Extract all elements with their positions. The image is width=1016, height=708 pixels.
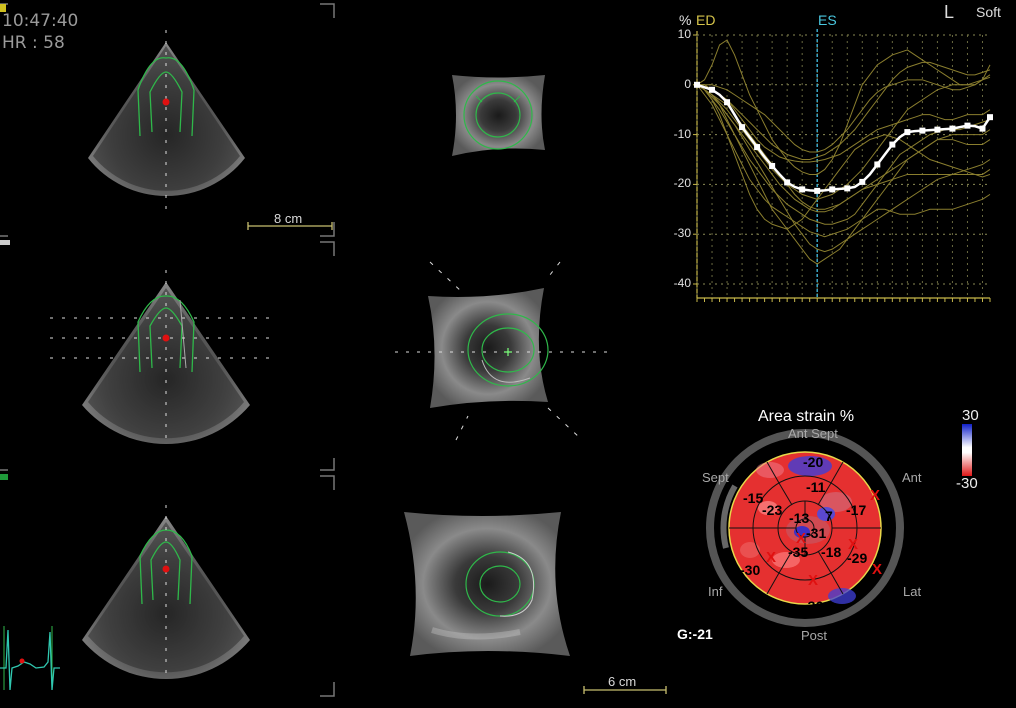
segment-x-mark: X [808, 572, 819, 589]
global-strain-point [709, 86, 716, 93]
y-tick-label: -10 [673, 126, 691, 141]
global-strain-point [904, 129, 911, 136]
hr-value: : 58 [32, 33, 65, 53]
label-post: Post [801, 628, 828, 643]
y-tick-label: 0 [684, 76, 691, 91]
global-strain-point [784, 179, 791, 186]
global-strain-point [987, 114, 993, 121]
segment-value: -36 [803, 598, 824, 614]
global-strain-point [949, 125, 956, 132]
global-strain-curve [696, 83, 992, 193]
segment-value: -20 [803, 454, 824, 470]
ed-label: ED [696, 12, 716, 28]
preset-label: Soft [976, 4, 1001, 20]
view-letter: L [944, 2, 955, 22]
segment-x-mark: X [872, 561, 883, 578]
segment-value: -30 [740, 562, 761, 578]
segment-value: -18 [821, 544, 842, 560]
segment-strain-curve [696, 84, 991, 238]
global-strain-point [814, 187, 821, 194]
global-strain-point [979, 125, 986, 132]
apical-scale-label: 8 cm [274, 211, 303, 226]
segment-strain-curve [696, 84, 991, 230]
y-tick-label: 10 [677, 27, 691, 41]
segment-x-mark: X [870, 487, 881, 504]
label-lat: Lat [903, 584, 922, 599]
colorbar-max: 30 [962, 407, 979, 424]
short-axis-scale-label: 6 cm [608, 674, 637, 689]
y-tick-label: -30 [673, 226, 691, 241]
segment-value: -31 [806, 525, 827, 541]
global-strain-point [739, 124, 746, 131]
time-readout: 10:47:40 [2, 11, 79, 31]
global-strain-point [889, 141, 896, 148]
label-sept: Sept [702, 470, 729, 485]
bullseye-title: Area strain % [758, 408, 855, 425]
global-strain-point [964, 122, 971, 129]
y-tick-label: -20 [673, 176, 691, 191]
hr-label: HR [2, 33, 27, 53]
global-strain-point [844, 185, 851, 192]
global-strain-point [799, 186, 806, 193]
segment-value: -23 [762, 502, 783, 518]
label-inf: Inf [708, 584, 723, 599]
global-strain-point [724, 99, 731, 106]
global-strain-point [754, 144, 761, 151]
global-strain-point [934, 126, 941, 133]
chart-unit: % [679, 12, 692, 28]
label-ant: Ant [902, 470, 922, 485]
segment-value: -13 [789, 510, 810, 526]
global-strain-point [694, 81, 700, 88]
global-strain: G:-21 [677, 626, 713, 642]
strain-chart [693, 29, 993, 302]
global-strain-point [769, 162, 776, 169]
label-ant-sept: Ant Sept [788, 426, 838, 441]
segment-x-mark: X [796, 530, 807, 547]
colorbar-min: -30 [956, 475, 978, 492]
global-strain-point [829, 186, 836, 193]
segment-value: -17 [846, 502, 867, 518]
segment-strain-curve [696, 39, 991, 175]
segment-strain-curve [696, 84, 991, 253]
es-label: ES [818, 12, 837, 28]
segment-value: -11 [806, 479, 826, 495]
segment-value: 7 [825, 508, 833, 524]
global-strain-point [859, 178, 866, 185]
segment-x-mark: X [848, 536, 859, 553]
y-tick-label: -40 [673, 276, 691, 290]
segment-value: -15 [743, 490, 764, 506]
segment-x-mark: X [766, 549, 777, 566]
global-strain-point [919, 127, 926, 134]
segment-strain-curve [696, 76, 991, 200]
hr-readout: HR : 58 [2, 34, 65, 52]
segment-strain-curve [696, 84, 991, 225]
global-strain-point [874, 161, 881, 168]
